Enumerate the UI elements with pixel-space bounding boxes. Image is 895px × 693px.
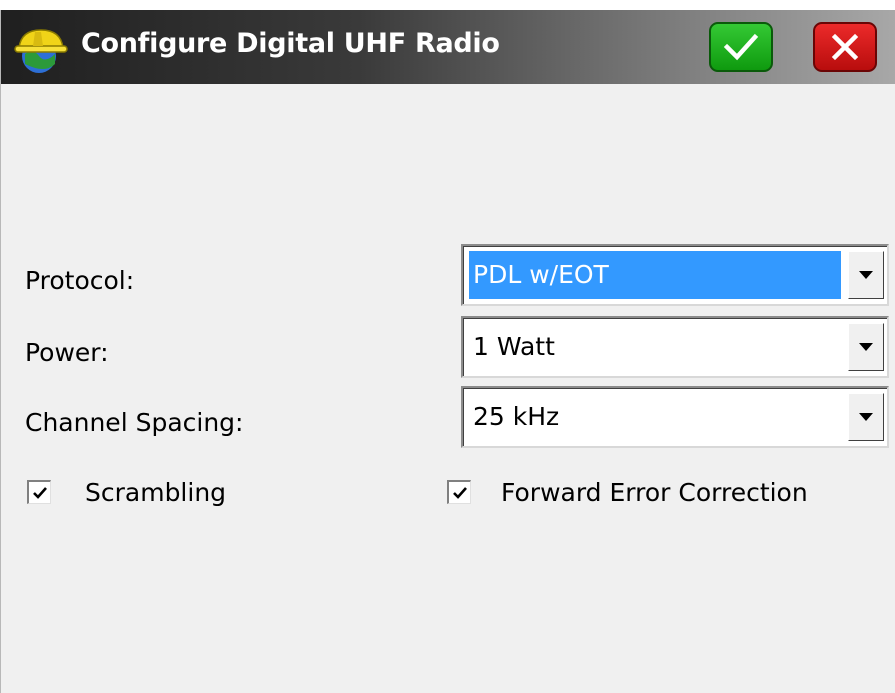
scrambling-checkbox-row[interactable]: Scrambling xyxy=(27,474,226,510)
chevron-down-icon xyxy=(859,413,873,421)
forward-error-correction-label: Forward Error Correction xyxy=(501,477,808,507)
window-title: Configure Digital UHF Radio xyxy=(81,28,500,59)
scrambling-checkbox[interactable] xyxy=(27,480,51,504)
close-x-icon xyxy=(831,33,859,61)
channel-spacing-label: Channel Spacing: xyxy=(25,408,244,437)
chevron-down-icon xyxy=(859,271,873,279)
protocol-label: Protocol: xyxy=(25,266,135,295)
protocol-dropdown[interactable]: PDL w/EOT xyxy=(461,244,889,306)
configure-radio-window: Configure Digital UHF Radio Protocol: PD… xyxy=(0,10,895,693)
power-label: Power: xyxy=(25,338,109,367)
checkmark-icon xyxy=(32,486,47,499)
survey-helmet-globe-icon xyxy=(14,29,68,73)
channel-spacing-dropdown-arrow[interactable] xyxy=(848,393,884,441)
fec-checkbox-row[interactable]: Forward Error Correction xyxy=(447,474,808,510)
power-value: 1 Watt xyxy=(473,332,555,361)
ok-button[interactable] xyxy=(709,22,773,72)
power-dropdown-arrow[interactable] xyxy=(848,323,884,371)
chevron-down-icon xyxy=(859,343,873,351)
protocol-value: PDL w/EOT xyxy=(469,251,841,299)
scrambling-label: Scrambling xyxy=(85,477,227,507)
channel-spacing-dropdown[interactable]: 25 kHz xyxy=(461,386,889,448)
checkmark-icon xyxy=(723,33,759,61)
protocol-dropdown-arrow[interactable] xyxy=(848,251,884,299)
forward-error-correction-checkbox[interactable] xyxy=(447,480,471,504)
channel-spacing-value: 25 kHz xyxy=(473,402,560,431)
cancel-button[interactable] xyxy=(813,22,877,72)
title-bar: Configure Digital UHF Radio xyxy=(1,10,895,84)
power-dropdown[interactable]: 1 Watt xyxy=(461,316,889,378)
checkmark-icon xyxy=(452,486,467,499)
